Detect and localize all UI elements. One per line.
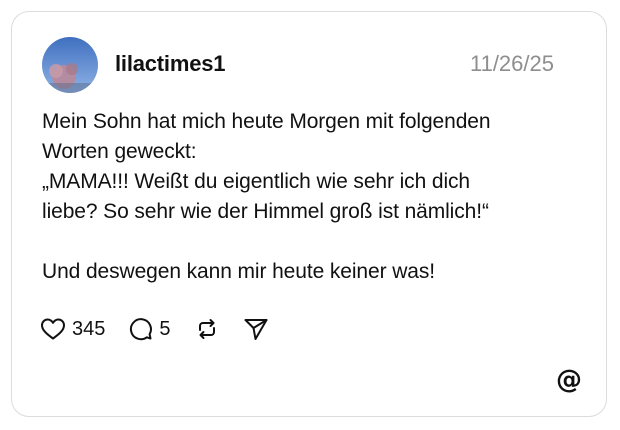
post-text: Mein Sohn hat mich heute Morgen mit folg…: [42, 110, 491, 283]
like-button[interactable]: 345: [40, 317, 105, 341]
like-count: 345: [72, 317, 106, 340]
share-button[interactable]: [243, 317, 269, 341]
repost-button[interactable]: [195, 317, 219, 341]
speech-bubble-icon: [129, 317, 153, 341]
threads-logo-icon: @: [556, 365, 582, 395]
post-card: lilactimes1 11/26/25 Mein Sohn hat mich …: [11, 11, 607, 417]
action-bar: 345 5: [40, 312, 293, 346]
heart-icon: [40, 317, 66, 341]
reply-button[interactable]: 5: [129, 317, 171, 341]
avatar[interactable]: [42, 37, 98, 93]
paper-plane-icon: [243, 317, 269, 341]
post-date: 11/26/25: [469, 51, 554, 76]
repost-icon: [195, 317, 219, 341]
reply-count: 5: [159, 317, 171, 340]
username[interactable]: lilactimes1: [115, 51, 226, 77]
